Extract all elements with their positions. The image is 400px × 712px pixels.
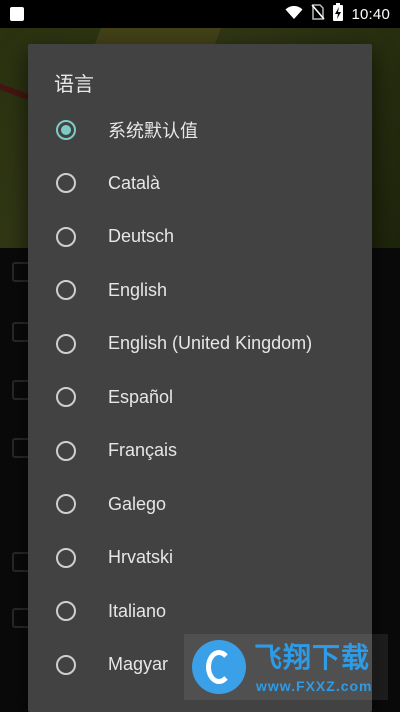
language-option-label: English (United Kingdom) [108,333,313,354]
watermark-text: 飞翔下载 [254,641,371,674]
language-option[interactable]: 系统默认值 [28,103,372,157]
radio-button-icon[interactable] [56,654,76,675]
language-option-label: English [108,279,168,300]
language-options-list: 系统默认值 Català Deutsch English English (Un… [28,103,372,692]
language-option-label: Español [108,386,174,407]
radio-button-icon[interactable] [56,440,76,461]
language-option[interactable]: Español [28,371,372,425]
radio-button-icon[interactable] [56,494,76,515]
language-option[interactable]: Català [28,157,372,211]
language-option[interactable]: Galego [28,478,372,532]
wifi-icon [285,5,303,24]
language-option[interactable]: Italiano [28,585,372,639]
status-bar: 10:40 [0,0,400,28]
radio-button-icon[interactable] [56,280,76,301]
watermark-logo-icon [192,640,246,694]
language-option-label: Hrvatski [108,547,174,568]
dialog-title: 语言 [54,72,94,96]
language-option[interactable]: Deutsch [28,210,372,264]
language-dialog: 语言 系统默认值 Català Deutsch English English … [28,44,372,712]
radio-button-icon[interactable] [56,547,76,568]
status-time: 10:40 [351,5,390,23]
notification-square-icon [10,7,24,21]
radio-button-icon[interactable] [56,387,76,408]
language-option-label: Deutsch [108,226,175,247]
radio-button-icon[interactable] [56,601,76,622]
language-option-label: Galego [108,493,167,514]
phone-screen: 10:40 语言 系统默认值 Català Deutsch English En… [0,0,400,712]
language-option[interactable]: English [28,264,372,318]
language-option-label: Magyar [108,654,169,675]
language-option[interactable]: Hrvatski [28,531,372,585]
radio-button-icon[interactable] [56,226,76,247]
radio-button-icon[interactable] [56,333,76,354]
language-option-label: Italiano [108,600,167,621]
radio-button-checked-icon[interactable] [56,119,76,140]
radio-button-icon[interactable] [56,173,76,194]
language-option[interactable]: Français [28,424,372,478]
watermark: 飞翔下载 www.FXXZ.com [184,634,388,700]
no-sim-icon [311,4,326,24]
language-option[interactable]: English (United Kingdom) [28,317,372,371]
language-option-label: 系统默认值 [108,120,198,141]
language-option-label: Français [108,440,178,461]
watermark-url: www.FXXZ.com [256,678,373,694]
battery-charging-icon [333,3,344,25]
language-option-label: Català [108,172,161,193]
